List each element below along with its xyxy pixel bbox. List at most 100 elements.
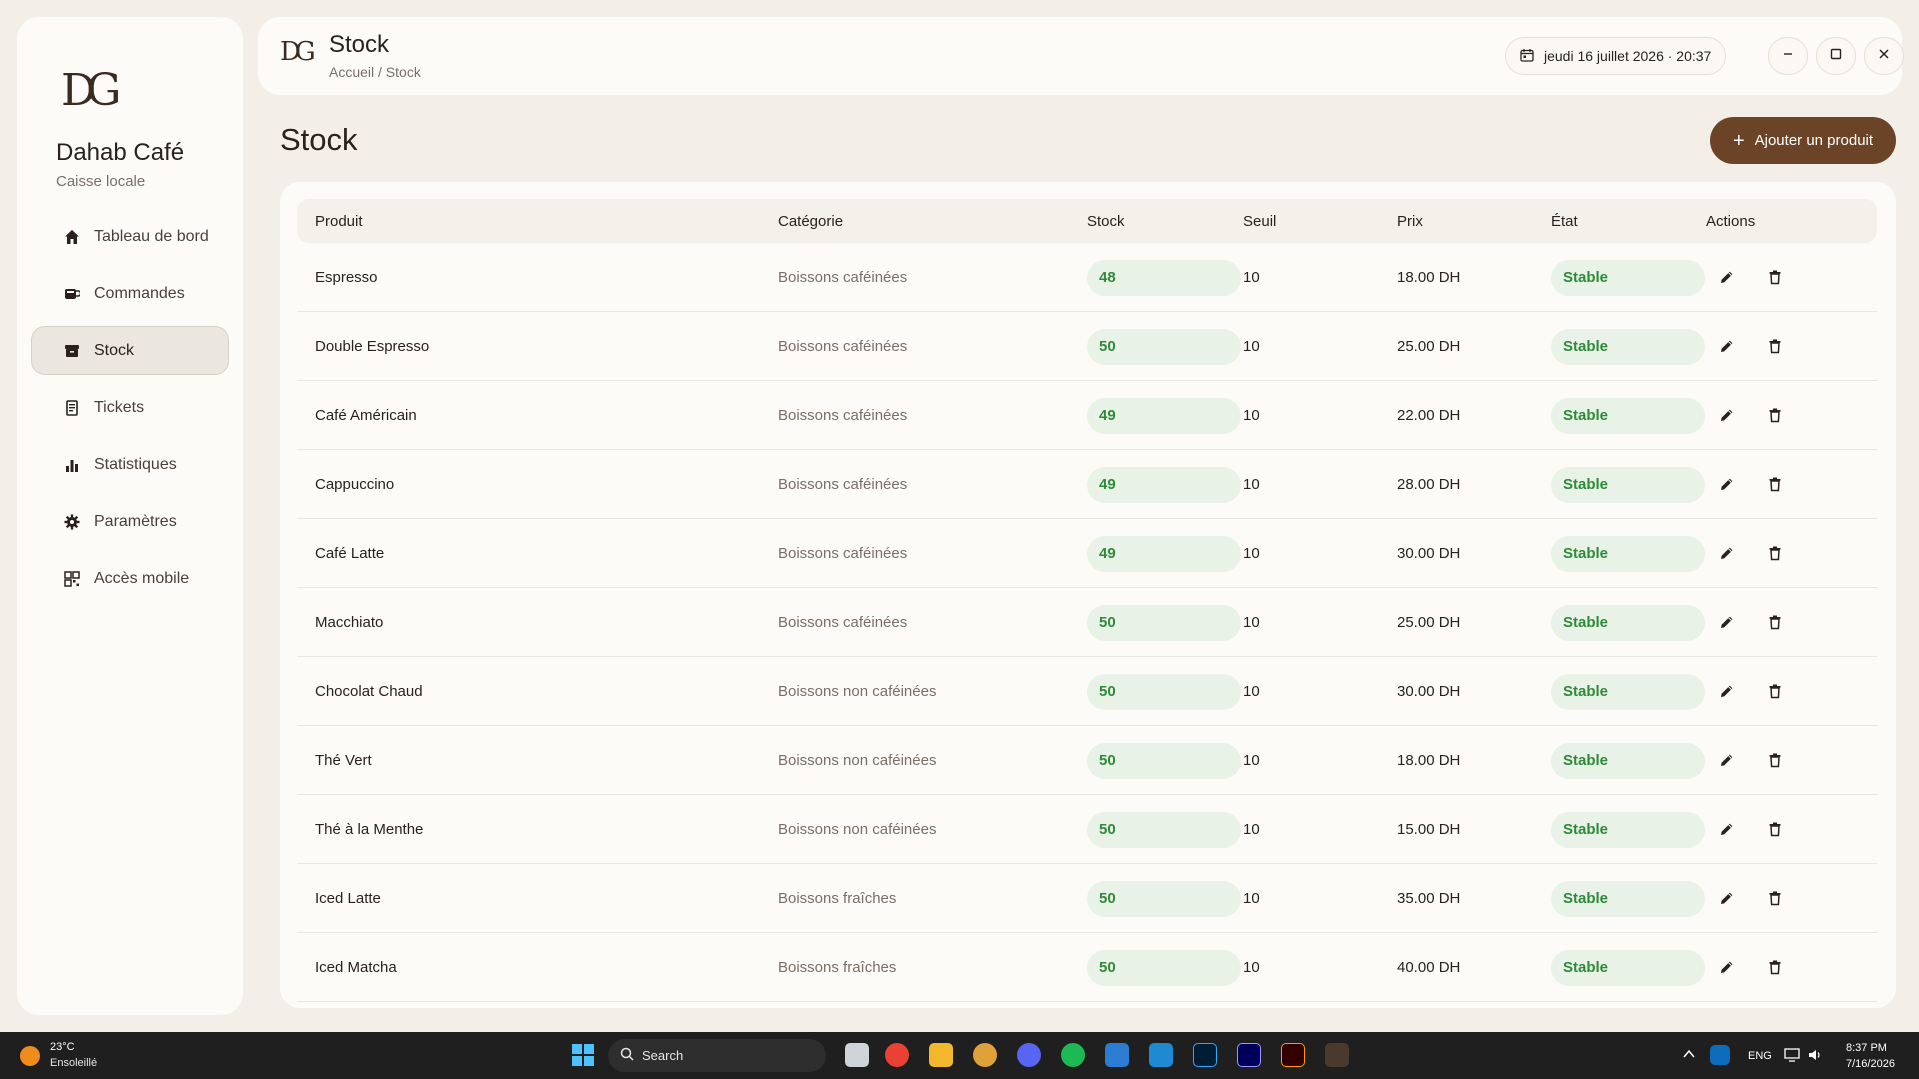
- status-badge: Stable: [1551, 260, 1705, 296]
- os-taskbar: 23°C Ensoleillé Search ENG 8:37 PM 7/16/…: [0, 1032, 1919, 1079]
- product-name: Chocolat Chaud: [315, 683, 423, 700]
- status-badge: Stable: [1551, 743, 1705, 779]
- sidebar-item-mobile-access[interactable]: Accès mobile: [31, 554, 229, 603]
- product-category: Boissons non caféinées: [778, 821, 937, 838]
- brand-name: Dahab Café: [56, 139, 185, 166]
- product-category: Boissons caféinées: [778, 407, 908, 424]
- after-effects-icon[interactable]: [1237, 1043, 1261, 1067]
- clock-time[interactable]: 8:37 PM: [1846, 1042, 1887, 1054]
- sidebar-item-dashboard[interactable]: Tableau de bord: [31, 212, 229, 261]
- delete-button[interactable]: [1765, 474, 1785, 494]
- cafe-app-icon[interactable]: [1325, 1043, 1349, 1067]
- status-badge: Stable: [1551, 950, 1705, 986]
- trash-icon: [1769, 477, 1781, 492]
- edit-button[interactable]: [1717, 888, 1737, 908]
- edit-button[interactable]: [1717, 543, 1737, 563]
- gear-icon: [64, 514, 80, 530]
- delete-button[interactable]: [1765, 750, 1785, 770]
- product-name: Iced Latte: [315, 890, 381, 907]
- stock-table-card: Produit Catégorie Stock Seuil Prix État …: [280, 182, 1896, 1008]
- status-badge: Stable: [1551, 674, 1705, 710]
- sidebar-item-orders[interactable]: Commandes: [31, 269, 229, 318]
- edit-button[interactable]: [1717, 612, 1737, 632]
- delete-button[interactable]: [1765, 543, 1785, 563]
- add-product-button[interactable]: + Ajouter un produit: [1710, 117, 1896, 164]
- volume-icon[interactable]: [1808, 1048, 1822, 1065]
- product-price: 40.00 DH: [1397, 959, 1461, 976]
- stock-threshold: 10: [1243, 752, 1260, 769]
- clock-date[interactable]: 7/16/2026: [1846, 1058, 1895, 1070]
- edit-button[interactable]: [1717, 336, 1737, 356]
- sidebar-nav: Tableau de bord Commandes Stock Tickets …: [31, 212, 229, 611]
- pencil-icon: [1721, 409, 1733, 421]
- delete-button[interactable]: [1765, 267, 1785, 287]
- taskbar-search[interactable]: Search: [608, 1039, 826, 1072]
- datetime-text: jeudi 16 juillet 2026 · 20:37: [1544, 48, 1712, 64]
- language-indicator[interactable]: ENG: [1748, 1050, 1772, 1062]
- table-row: Cappuccino Boissons caféinées 49 10 28.0…: [297, 450, 1877, 519]
- browser-icon[interactable]: [973, 1043, 997, 1067]
- sun-icon[interactable]: [20, 1046, 40, 1066]
- column-header-threshold: Seuil: [1243, 213, 1277, 230]
- outlook-icon[interactable]: [1105, 1043, 1129, 1067]
- delete-button[interactable]: [1765, 681, 1785, 701]
- delete-button[interactable]: [1765, 819, 1785, 839]
- chrome-icon[interactable]: [885, 1043, 909, 1067]
- status-badge: Stable: [1551, 329, 1705, 365]
- receipt-icon: [64, 399, 80, 416]
- delete-button[interactable]: [1765, 612, 1785, 632]
- sidebar-item-statistics[interactable]: Statistiques: [31, 440, 229, 489]
- close-button[interactable]: [1864, 37, 1904, 75]
- sidebar: DG Dahab Café Caisse locale Tableau de b…: [17, 17, 243, 1015]
- product-name: Macchiato: [315, 614, 384, 631]
- stock-badge: 50: [1087, 950, 1241, 986]
- delete-button[interactable]: [1765, 336, 1785, 356]
- edit-button[interactable]: [1717, 405, 1737, 425]
- edit-button[interactable]: [1717, 819, 1737, 839]
- minimize-button[interactable]: [1768, 37, 1808, 75]
- breadcrumb: Accueil / Stock: [329, 64, 421, 80]
- sidebar-item-label: Statistiques: [94, 455, 177, 473]
- product-category: Boissons non caféinées: [778, 683, 937, 700]
- trash-icon: [1769, 960, 1781, 975]
- delete-button[interactable]: [1765, 888, 1785, 908]
- calendar-icon: [1520, 48, 1534, 65]
- edit-button[interactable]: [1717, 474, 1737, 494]
- task-view-icon[interactable]: [845, 1043, 869, 1067]
- delete-button[interactable]: [1765, 957, 1785, 977]
- sidebar-item-stock[interactable]: Stock: [31, 326, 229, 375]
- sidebar-item-settings[interactable]: Paramètres: [31, 497, 229, 546]
- table-row: Café Américain Boissons caféinées 49 10 …: [297, 381, 1877, 450]
- photoshop-icon[interactable]: [1193, 1043, 1217, 1067]
- trash-icon: [1769, 615, 1781, 630]
- sidebar-item-label: Commandes: [94, 284, 185, 302]
- status-badge: Stable: [1551, 605, 1705, 641]
- discord-icon[interactable]: [1017, 1043, 1041, 1067]
- trash-icon: [1769, 546, 1781, 561]
- header-title: Stock: [329, 31, 390, 58]
- stock-threshold: 10: [1243, 269, 1260, 286]
- tray-app-icon[interactable]: [1710, 1045, 1730, 1065]
- network-icon[interactable]: [1784, 1048, 1800, 1065]
- column-header-price: Prix: [1397, 213, 1423, 230]
- chevron-up-icon[interactable]: [1683, 1049, 1695, 1062]
- home-icon: [64, 229, 80, 245]
- table-row: Iced Matcha Boissons fraîches 50 10 40.0…: [297, 933, 1877, 1002]
- illustrator-icon[interactable]: [1281, 1043, 1305, 1067]
- maximize-button[interactable]: [1816, 37, 1856, 75]
- edit-button[interactable]: [1717, 957, 1737, 977]
- product-name: Café Américain: [315, 407, 417, 424]
- sidebar-item-tickets[interactable]: Tickets: [31, 383, 229, 432]
- delete-button[interactable]: [1765, 405, 1785, 425]
- edit-button[interactable]: [1717, 267, 1737, 287]
- edit-button[interactable]: [1717, 750, 1737, 770]
- edit-button[interactable]: [1717, 681, 1737, 701]
- product-category: Boissons fraîches: [778, 890, 897, 907]
- stock-threshold: 10: [1243, 683, 1260, 700]
- search-icon: [620, 1047, 634, 1064]
- pencil-icon: [1721, 340, 1733, 352]
- file-explorer-icon[interactable]: [929, 1043, 953, 1067]
- vscode-icon[interactable]: [1149, 1043, 1173, 1067]
- windows-start-icon[interactable]: [572, 1044, 594, 1066]
- spotify-icon[interactable]: [1061, 1043, 1085, 1067]
